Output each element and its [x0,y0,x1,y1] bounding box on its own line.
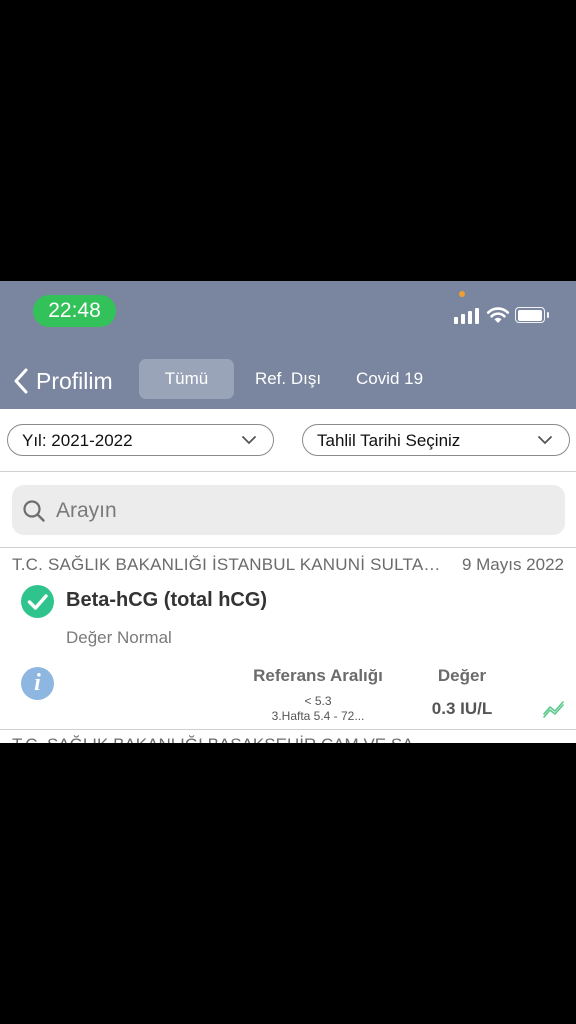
result-value: 0.3 IU/L [431,699,493,718]
hospital-name: T.C. SAĞLIK BAKANLIĞI İSTANBUL KANUNİ SU… [12,555,442,574]
lab-result-row[interactable]: T.C. SAĞLIK BAKANLIĞI İSTANBUL KANUNİ SU… [0,549,576,729]
chevron-down-icon [538,436,552,444]
search-icon [23,500,45,522]
status-time-pill: 22:48 [33,295,116,327]
year-dropdown[interactable]: Yıl: 2021-2022 [7,424,274,456]
list-divider [0,547,576,548]
list-divider [0,729,576,730]
reference-range-line-1: < 5.3 [304,694,332,708]
test-date-dropdown[interactable]: Tahlil Tarihi Seçiniz [302,424,570,456]
tab-covid-19[interactable]: Covid 19 [343,359,436,399]
back-label: Profilim [36,367,113,394]
next-result-hospital[interactable]: T.C. SAĞLIK BAKANLIĞI BAŞAKŞEHİR ÇAM VE … [12,735,564,743]
search-box[interactable] [12,485,565,537]
value-header: Değer [437,666,487,685]
back-button[interactable]: Profilim [14,361,113,401]
result-date: 9 Mayıs 2022 [461,555,564,574]
filter-bar: Yıl: 2021-2022 Tahlil Tarihi Seçiniz [0,409,576,472]
test-date-dropdown-label: Tahlil Tarihi Seçiniz [317,431,461,450]
tab-all[interactable]: Tümü [139,359,234,399]
info-icon[interactable]: i [21,667,54,700]
privacy-indicator-dot [459,291,465,297]
wifi-icon [486,307,510,323]
search-input[interactable] [54,485,548,537]
tab-out-of-range[interactable]: Ref. Dışı [243,359,333,399]
app-screen: 22:48 Profilim Tümü Ref. Dışı Covid 19 Y… [0,281,576,743]
navigation-bar: 22:48 Profilim Tümü Ref. Dışı Covid 19 [0,281,576,409]
reference-range-header: Referans Aralığı [253,666,383,685]
check-circle-icon [21,585,54,618]
chevron-down-icon [242,436,256,444]
reference-range-line-2: 3.Hafta 5.4 - 72... [271,709,365,723]
trend-chart-icon[interactable] [542,698,566,718]
cellular-signal-icon [454,306,482,324]
result-status: Değer Normal [66,628,172,647]
battery-icon [515,307,549,323]
year-dropdown-label: Yıl: 2021-2022 [22,431,133,450]
test-name: Beta-hCG (total hCG) [66,589,268,611]
chevron-left-icon [14,368,28,394]
